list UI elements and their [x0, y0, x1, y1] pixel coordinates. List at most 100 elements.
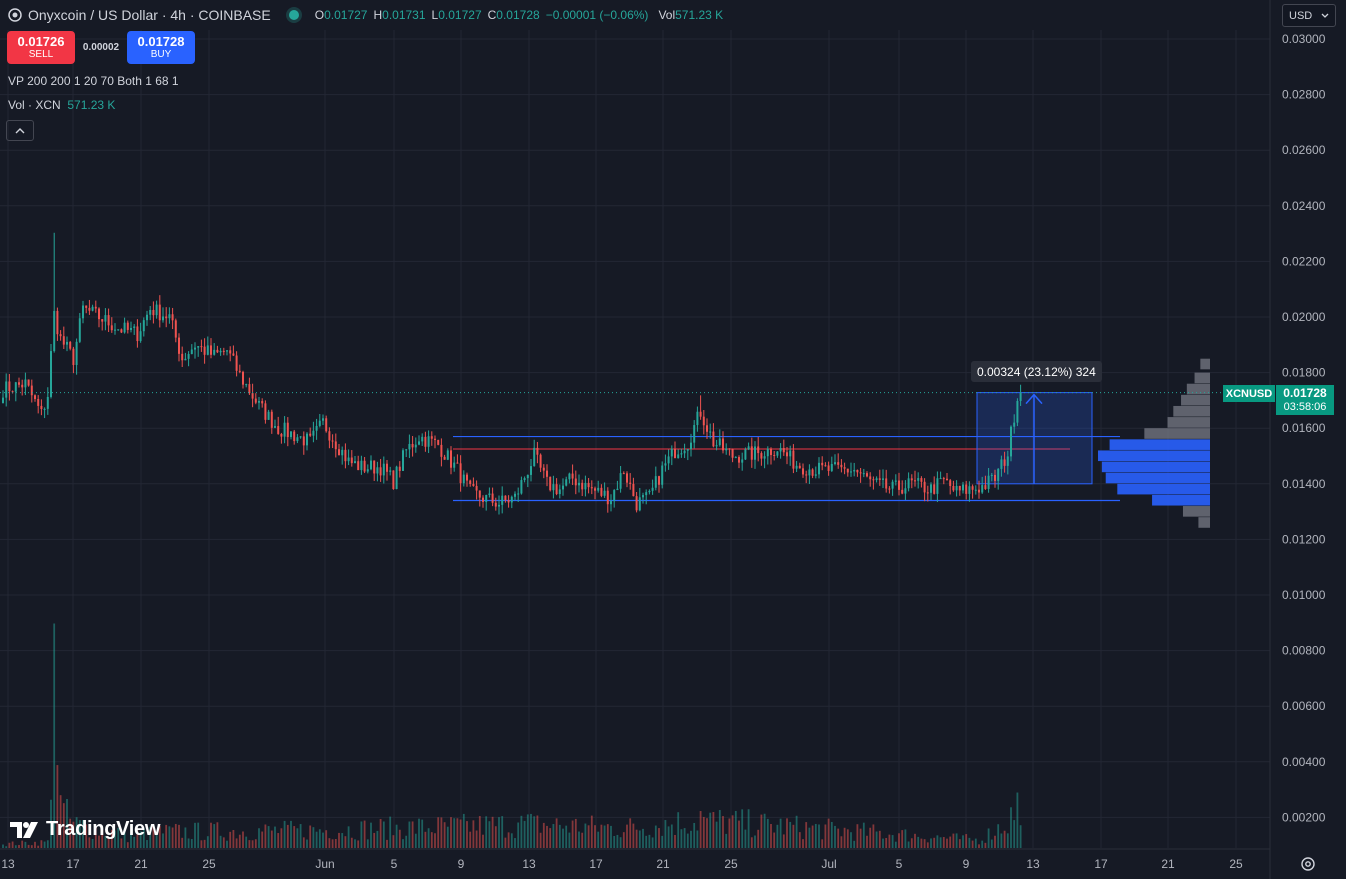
volume-bar	[261, 831, 264, 848]
candle-body	[491, 493, 494, 503]
candle-body	[840, 464, 843, 468]
candle-body	[850, 471, 852, 473]
candle-body	[216, 349, 219, 353]
symbol-title[interactable]: Onyxcoin / US Dollar · 4h · COINBASE	[28, 7, 271, 23]
candle-body	[920, 478, 923, 482]
candle-body	[533, 447, 536, 467]
candle-body	[53, 310, 56, 352]
candle-body	[514, 493, 516, 497]
y-tick-label: 0.02200	[1282, 254, 1326, 268]
volume-bar	[926, 842, 929, 848]
settings-icon[interactable]	[1300, 856, 1316, 872]
x-tick-label: 5	[896, 857, 903, 871]
candle-body	[706, 425, 708, 432]
x-tick-label: 13	[1, 857, 15, 871]
volume-bar	[699, 811, 702, 848]
buy-button[interactable]: 0.01728 BUY	[127, 31, 195, 64]
candle-body	[712, 431, 715, 447]
volume-profile-bar	[1182, 506, 1210, 517]
sell-button[interactable]: 0.01726 SELL	[7, 31, 75, 64]
market-status-icon[interactable]	[288, 10, 299, 20]
volume-bar	[600, 824, 603, 848]
candle-body	[821, 462, 824, 466]
volume-bar	[174, 823, 177, 848]
volume-bar	[494, 826, 497, 848]
candle-body	[94, 306, 97, 309]
candle-body	[133, 326, 136, 329]
candle-body	[91, 306, 94, 311]
candle-body	[2, 397, 4, 404]
candle-body	[478, 490, 481, 498]
candle-body	[1010, 426, 1012, 457]
candle-body	[152, 309, 155, 316]
candle-body	[322, 418, 324, 421]
price-chart[interactable]: 0.03000 0.02800 0.02600 0.02400 0.02200 0.020…	[0, 0, 1346, 879]
ohlc-close-label: C	[487, 8, 497, 22]
candle-body	[901, 489, 904, 494]
candle-body	[418, 441, 420, 445]
candle-body	[949, 480, 952, 486]
volume-bar	[875, 831, 878, 848]
volume-bar	[30, 845, 33, 848]
volume-bar	[306, 839, 308, 848]
volume-bar	[456, 818, 459, 848]
candle-body	[184, 358, 187, 361]
candle-body	[878, 478, 881, 480]
candle-body	[981, 485, 984, 493]
sell-price: 0.01726	[17, 34, 65, 49]
candle-body	[75, 341, 78, 365]
candle-body	[795, 465, 798, 469]
volume-bar	[187, 838, 190, 848]
ohlc-low-label: L	[431, 8, 439, 22]
volume-bar	[440, 817, 443, 848]
candle-body	[30, 385, 33, 396]
volume-bar	[485, 816, 488, 848]
volume-profile-legend[interactable]: VP 200 200 1 20 70 Both 1 68 1	[8, 74, 179, 88]
candle-body	[872, 479, 875, 481]
currency-select[interactable]: USD	[1282, 4, 1336, 27]
volume-bar	[725, 833, 728, 848]
volume-bar	[280, 828, 283, 848]
candle-body	[971, 486, 974, 490]
candle-body	[462, 474, 465, 484]
tradingview-logo-icon	[10, 821, 38, 838]
volume-bar	[565, 825, 568, 848]
candle-body	[600, 487, 603, 496]
candle-body	[690, 442, 692, 450]
candle-body	[8, 381, 11, 392]
candle-body	[523, 478, 526, 481]
volume-bar	[968, 837, 971, 848]
candle-body	[27, 379, 30, 386]
volume-legend[interactable]: Vol · XCN 571.23 K	[8, 98, 115, 112]
volume-bar	[254, 839, 257, 848]
volume-bar	[795, 815, 798, 848]
volume-bar	[226, 840, 228, 848]
volume-bar	[472, 820, 475, 848]
collapse-legend-button[interactable]	[6, 120, 34, 141]
candle-body	[1000, 459, 1003, 469]
volume-bar	[917, 836, 920, 848]
candle-body	[357, 461, 360, 471]
volume-bar	[382, 821, 385, 848]
candle-body	[488, 493, 491, 496]
volume-bar	[395, 824, 398, 848]
volume-bar	[296, 828, 299, 848]
volume-bar	[453, 818, 456, 848]
volume-bar	[696, 830, 699, 848]
candle-body	[200, 346, 203, 348]
candle-body	[178, 337, 180, 354]
candle-body	[24, 379, 27, 388]
volume-bar	[27, 844, 30, 848]
volume-bar	[18, 844, 20, 848]
volume-bar	[702, 816, 705, 848]
candle-body	[82, 305, 84, 319]
tradingview-logo[interactable]: TradingView	[10, 818, 160, 841]
volume-bar	[21, 840, 24, 848]
candle-body	[530, 466, 532, 475]
candle-body	[699, 411, 702, 417]
volume-bar	[318, 829, 321, 848]
volume-bar	[981, 840, 984, 848]
candle-body	[299, 436, 302, 438]
volume-bar	[245, 836, 248, 848]
candle-body	[18, 382, 20, 385]
